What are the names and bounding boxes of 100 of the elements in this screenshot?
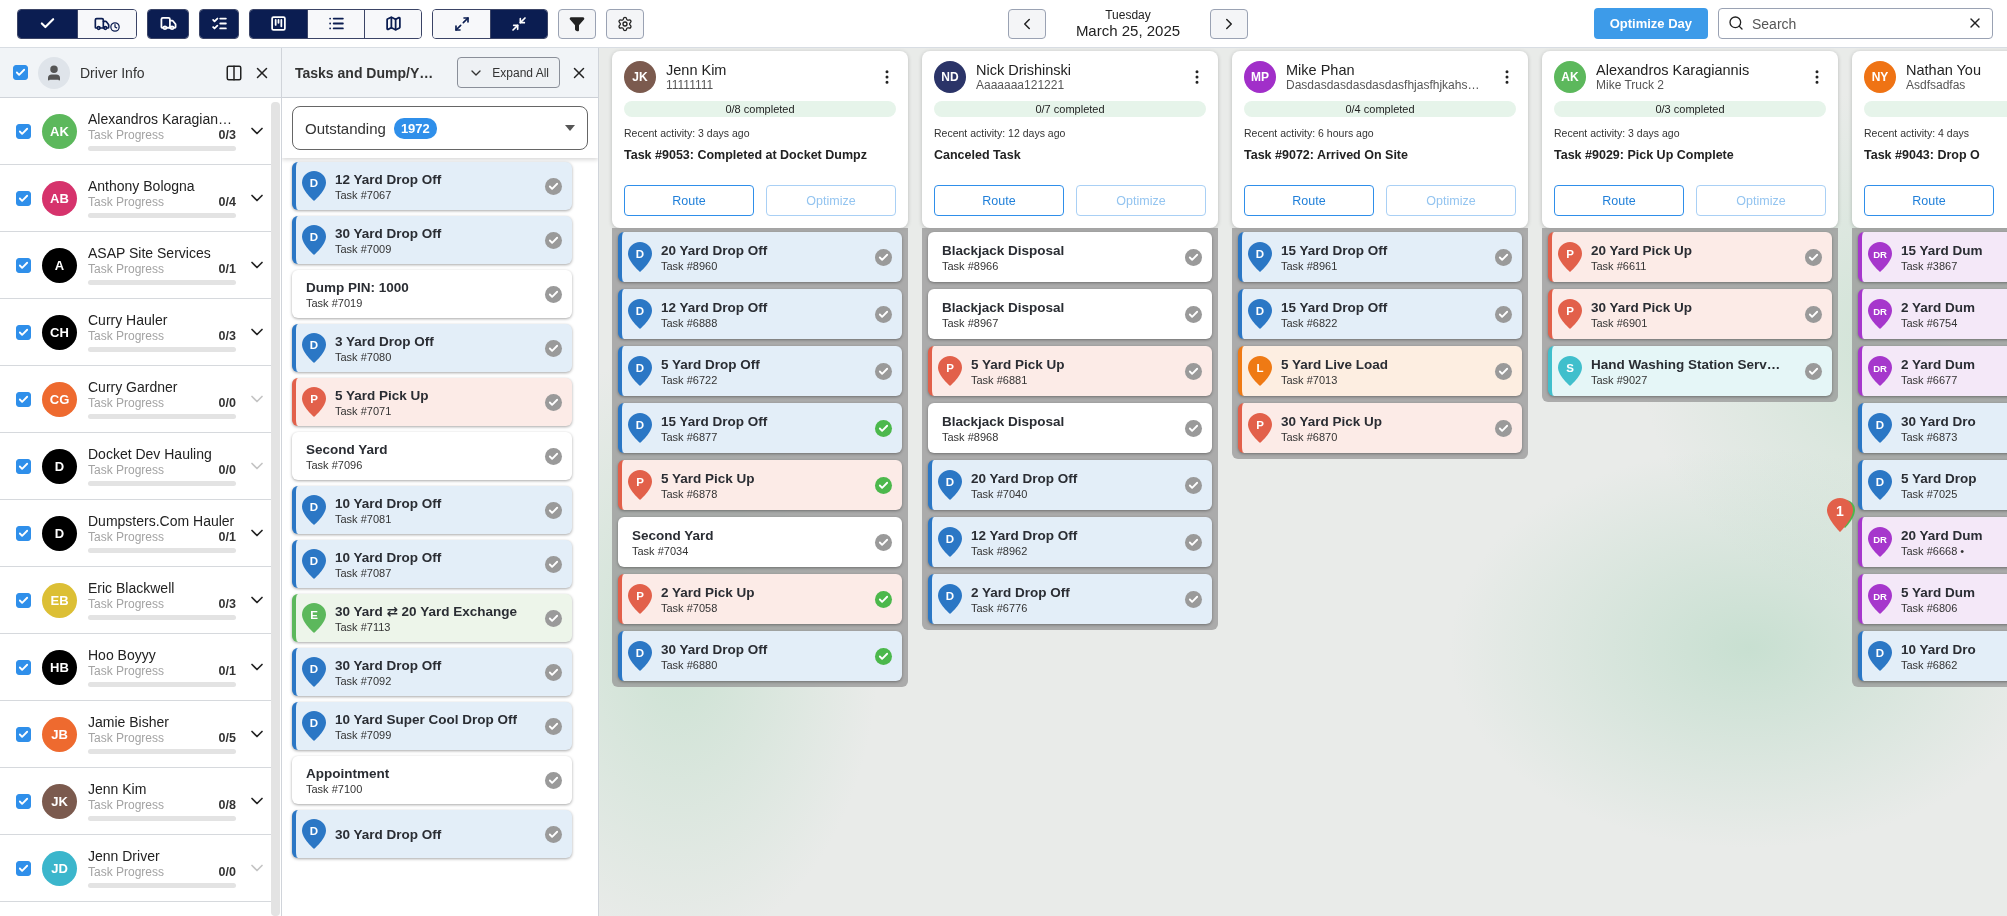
view-toggle-button[interactable] [200,9,238,38]
route-button[interactable]: Route [1554,185,1684,216]
task-card[interactable]: P 20 Yard Pick Up Task #6611 [1548,232,1832,282]
task-card[interactable]: D 30 Yard Drop Off [292,810,572,858]
task-title: 10 Yard Drop Off [335,549,443,565]
task-card[interactable]: D 10 Yard Drop Off Task #7081 [292,486,572,534]
view-toggle-button[interactable] [148,9,188,38]
task-number: Task #8968 [942,430,1000,443]
last-task-status: Task #9029: Pick Up Complete [1554,148,1735,162]
settings-button[interactable] [606,8,644,39]
driver-checkbox[interactable] [16,257,31,273]
status-dropdown[interactable]: Outstanding 1972 [292,106,588,150]
task-card[interactable]: D 15 Yard Drop Off Task #6877 [618,403,902,453]
next-day-button[interactable] [1210,8,1248,39]
task-card[interactable]: D 10 Yard Super Cool Drop Off Task #7099 [292,702,572,750]
map-pin-marker: P [628,584,652,614]
task-card[interactable]: DR 20 Yard Dum Task #6668 • [1858,517,2007,567]
task-card[interactable]: DR 2 Yard Dum Task #6754 [1858,289,2007,339]
task-card[interactable]: P 30 Yard Pick Up Task #6870 [1238,403,1522,453]
task-card[interactable]: D 5 Yard Drop Task #7025 [1858,460,2007,510]
task-card[interactable]: D 10 Yard Drop Off Task #7087 [292,540,572,588]
map-background[interactable] [599,48,2007,916]
task-card[interactable]: P 5 Yard Pick Up Task #7071 [292,378,572,426]
view-toggle-button[interactable] [364,9,421,38]
task-card[interactable]: DR 2 Yard Dum Task #6677 [1858,346,2007,396]
task-card[interactable]: D 12 Yard Drop Off Task #8962 [928,517,1212,567]
task-card[interactable]: Blackjack Disposal Task #8967 [928,289,1212,339]
task-card[interactable]: Blackjack Disposal Task #8966 [928,232,1212,282]
task-card[interactable]: E 30 Yard ⇄ 20 Yard Exchange Task #7113 [292,594,572,642]
task-card[interactable]: D 5 Yard Drop Off Task #6722 [618,346,902,396]
task-card[interactable]: P 2 Yard Pick Up Task #7058 [618,574,902,624]
progress-label: Task Progress [88,463,165,477]
task-card[interactable]: DR 5 Yard Dum Task #6806 [1858,574,2007,624]
task-card[interactable]: P 30 Yard Pick Up Task #6901 [1548,289,1832,339]
task-title: 20 Yard Dum [1901,527,1984,543]
view-toggle-button[interactable] [77,9,136,38]
map-pin-marker: D [628,299,652,329]
task-card[interactable]: D 12 Yard Drop Off Task #7067 [292,162,572,210]
truck-icon [159,15,177,32]
checklist-icon [210,15,228,32]
task-card[interactable]: P 5 Yard Pick Up Task #6878 [618,460,902,510]
task-card[interactable]: D 15 Yard Drop Off Task #6822 [1238,289,1522,339]
driver-checkbox[interactable] [16,793,31,809]
task-card[interactable]: D 30 Yard Drop Off Task #7092 [292,648,572,696]
task-count: 0/0 [218,865,236,879]
view-toggle-button[interactable] [18,9,77,38]
task-card[interactable]: S Hand Washing Station Serv… Task #9027 [1548,346,1832,396]
view-toggle-button[interactable] [307,9,364,38]
previous-day-button[interactable] [1008,8,1046,39]
task-card[interactable]: D 30 Yard Drop Off Task #6880 [618,631,902,681]
driver-checkbox[interactable] [16,525,31,541]
task-card[interactable]: Appointment Task #7100 [292,756,572,804]
map-pin-marker: P [938,356,962,386]
map-pin-marker: D [628,242,652,272]
task-card[interactable]: D 10 Yard Dro Task #6862 [1858,631,2007,681]
driver-checkbox[interactable] [16,324,31,340]
task-card[interactable]: D 30 Yard Dro Task #6873 [1858,403,2007,453]
task-card[interactable]: D 3 Yard Drop Off Task #7080 [292,324,572,372]
task-card[interactable]: D 12 Yard Drop Off Task #6888 [618,289,902,339]
task-number: Task #7071 [335,404,393,417]
task-card[interactable]: D 20 Yard Drop Off Task #8960 [618,232,902,282]
driver-checkbox[interactable] [16,659,31,675]
map-pin-marker: D [302,495,326,525]
progress-label: Task Progress [88,597,165,611]
task-card[interactable]: D 20 Yard Drop Off Task #7040 [928,460,1212,510]
search-field[interactable]: Search [1718,8,1993,39]
filter-button[interactable] [558,8,596,39]
route-button[interactable]: Route [624,185,754,216]
task-number: Task #7087 [335,566,393,579]
driver-checkbox[interactable] [16,123,31,139]
route-button[interactable]: Route [1244,185,1374,216]
task-card[interactable]: Dump PIN: 1000 Task #7019 [292,270,572,318]
select-all-checkbox[interactable] [13,65,28,80]
task-card[interactable]: L 5 Yard Live Load Task #7013 [1238,346,1522,396]
task-card[interactable]: Second Yard Task #7096 [292,432,572,480]
route-button[interactable]: Route [1864,185,1994,216]
view-toggle-button[interactable] [250,9,307,38]
task-title: 2 Yard Dum [1901,356,1977,372]
driver-avatar: JK [624,61,656,93]
task-card[interactable]: P 5 Yard Pick Up Task #6881 [928,346,1212,396]
driver-name: Anthony Bologna [88,178,196,194]
expand-all-button[interactable]: Expand All [457,57,560,88]
driver-avatar: CG [42,381,77,417]
task-card[interactable]: D 30 Yard Drop Off Task #7009 [292,216,572,264]
driver-checkbox[interactable] [16,726,31,742]
driver-checkbox[interactable] [16,190,31,206]
task-card[interactable]: D 2 Yard Drop Off Task #6776 [928,574,1212,624]
view-toggle-button[interactable] [433,9,490,38]
task-card[interactable]: Blackjack Disposal Task #8968 [928,403,1212,453]
view-toggle-button[interactable] [490,9,547,38]
task-title: Hand Washing Station Serv… [1591,356,1782,372]
driver-checkbox[interactable] [16,592,31,608]
panel-title: Tasks and Dump/Y… [295,64,435,81]
scrollbar[interactable] [271,102,280,916]
route-button[interactable]: Route [934,185,1064,216]
map-pin-marker: S [1558,356,1582,386]
columns-icon[interactable] [225,63,243,82]
task-card[interactable]: D 15 Yard Drop Off Task #8961 [1238,232,1522,282]
task-card[interactable]: Second Yard Task #7034 [618,517,902,567]
task-card[interactable]: DR 15 Yard Dum Task #3867 [1858,232,2007,282]
